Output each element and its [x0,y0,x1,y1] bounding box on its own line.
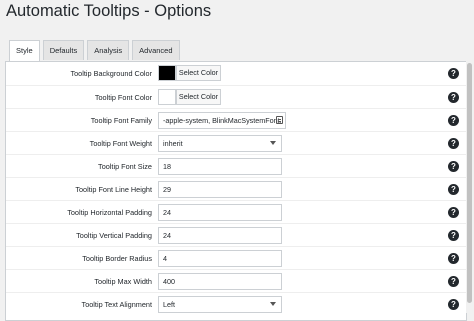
setting-label: Tooltip Font Weight [89,139,152,148]
select-font-color-button[interactable]: Select Color [176,89,221,105]
setting-row-font-size: Tooltip Font Size 18 ? [6,154,466,178]
setting-row-horizontal-padding: Tooltip Horizontal Padding 24 ? [6,200,466,224]
help-icon[interactable]: ? [448,184,459,195]
tab-advanced[interactable]: Advanced [132,40,180,60]
line-height-input[interactable]: 29 [158,181,282,198]
settings-tabs: Style Defaults Analysis Advanced [9,40,183,62]
help-icon[interactable]: ? [448,299,459,310]
setting-row-vertical-padding: Tooltip Vertical Padding 24 ? [6,223,466,247]
font-color-swatch[interactable] [158,89,176,105]
chevron-down-icon [270,141,276,145]
background-color-swatch[interactable] [158,65,176,81]
setting-label: Tooltip Font Color [94,93,152,102]
setting-label: Tooltip Border Radius [82,254,152,263]
setting-row-text-alignment: Tooltip Text Alignment Left ? [6,292,466,316]
setting-row-font-color: Tooltip Font Color Select Color ? [6,85,466,109]
horizontal-padding-input[interactable]: 24 [158,204,282,221]
help-icon[interactable]: ? [448,138,459,149]
tab-defaults[interactable]: Defaults [42,40,85,60]
setting-row-line-height: Tooltip Font Line Height 29 ? [6,177,466,201]
vertical-scrollbar[interactable] [466,61,474,313]
font-weight-select[interactable]: inherit [158,135,282,152]
help-icon[interactable]: ? [448,68,459,79]
scrollbar-thumb[interactable] [467,63,472,303]
setting-label: Tooltip Font Line Height [75,185,152,194]
help-icon[interactable]: ? [448,230,459,241]
setting-row-max-width: Tooltip Max Width 400 ? [6,269,466,293]
setting-label: Tooltip Max Width [94,277,152,286]
max-width-input[interactable]: 400 [158,273,282,290]
text-alignment-value: Left [163,300,175,309]
border-radius-input[interactable]: 4 [158,250,282,267]
setting-row-border-radius: Tooltip Border Radius 4 ? [6,246,466,270]
help-icon[interactable]: ? [448,115,459,126]
help-icon[interactable]: ? [448,253,459,264]
chevron-down-icon [270,302,276,306]
setting-label: Tooltip Background Color [70,69,152,78]
vertical-padding-input[interactable]: 24 [158,227,282,244]
setting-label: Tooltip Vertical Padding [76,231,152,240]
font-size-input[interactable]: 18 [158,158,282,175]
setting-label: Tooltip Font Family [90,116,152,125]
tab-analysis[interactable]: Analysis [87,40,130,60]
text-alignment-select[interactable]: Left [158,296,282,313]
setting-row-background-color: Tooltip Background Color Select Color ? [6,62,466,85]
setting-row-font-family: Tooltip Font Family -apple-system, Blink… [6,108,466,132]
style-settings-panel: Tooltip Background Color Select Color ? … [5,61,467,321]
page-title: Automatic Tooltips - Options [6,2,212,20]
font-family-input[interactable]: -apple-system, BlinkMacSystemFont, [158,112,286,129]
help-icon[interactable]: ? [448,276,459,287]
font-family-value: -apple-system, BlinkMacSystemFont, [163,116,282,125]
setting-label: Tooltip Horizontal Padding [67,208,152,217]
select-background-color-button[interactable]: Select Color [176,65,221,81]
tab-style[interactable]: Style [9,40,40,62]
setting-label: Tooltip Font Size [98,162,152,171]
help-icon[interactable]: ? [448,161,459,172]
font-weight-value: inherit [163,139,183,148]
help-icon[interactable]: ? [448,92,459,103]
help-icon[interactable]: ? [448,207,459,218]
setting-row-font-weight: Tooltip Font Weight inherit ? [6,131,466,155]
field-list-icon[interactable] [276,116,283,124]
